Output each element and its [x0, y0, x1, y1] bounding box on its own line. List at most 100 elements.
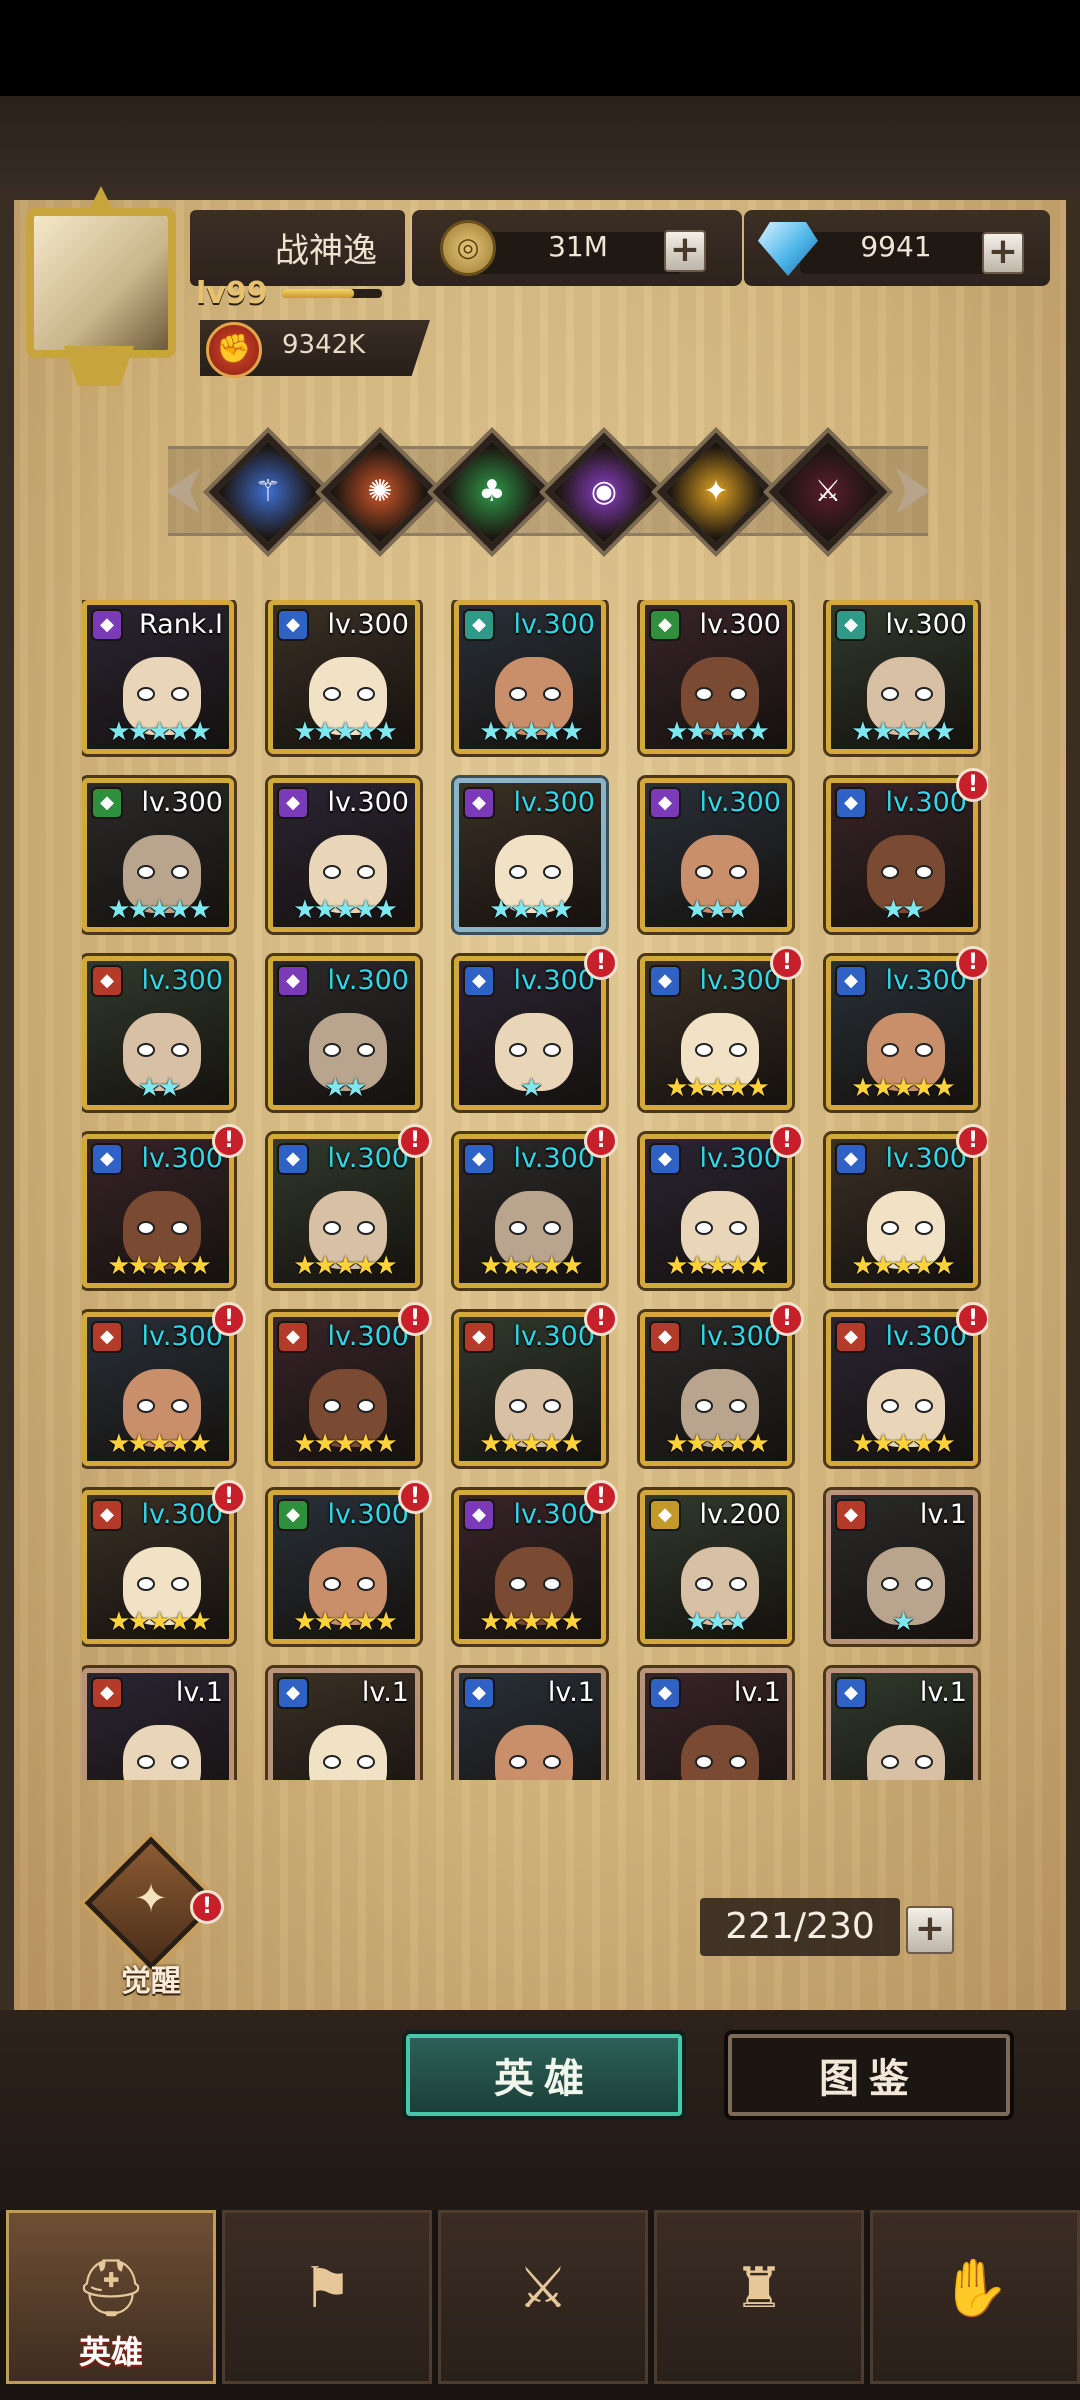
hero-card[interactable]: ◆ lv.1 [640, 1668, 792, 1780]
hero-eye [509, 1577, 527, 1591]
hero-stars: ★★★★★ [665, 1251, 770, 1281]
hero-eye [323, 1221, 341, 1235]
status-bar [0, 0, 1080, 96]
hero-eye [543, 687, 561, 701]
hero-card[interactable]: ◆ lv.300 ★★★★★ [268, 1134, 420, 1288]
hero-card[interactable]: ◆ lv.300 ★★★★★ [268, 600, 420, 754]
nav-heroes[interactable]: ⛑ 英雄 [6, 2210, 216, 2384]
hero-eye [695, 1755, 713, 1769]
hero-eye [695, 1043, 713, 1057]
add-gems-button[interactable]: + [982, 232, 1024, 274]
hero-card[interactable]: ◆ lv.300 ★★★★★ [82, 1312, 234, 1466]
player-name: 战神逸 [275, 231, 377, 271]
hero-stars: ★★★★★ [479, 1251, 584, 1281]
hero-eye [137, 865, 155, 879]
avatar-crest [64, 346, 134, 386]
hero-level: lv.300 [141, 1499, 223, 1530]
experience-bar [282, 289, 382, 298]
player-level: lv99 [196, 276, 268, 311]
hero-card[interactable]: ◆ lv.300 ★★ [268, 956, 420, 1110]
hero-card[interactable]: ◆ lv.300 ★★★★★ [826, 1134, 978, 1288]
hero-card[interactable]: ◆ lv.300 ★★★★★ [82, 1134, 234, 1288]
hero-card[interactable]: ◆ lv.1 [82, 1668, 234, 1780]
hero-class-icon: ◆ [277, 1677, 309, 1709]
nav-castle[interactable]: ♜ [654, 2210, 864, 2384]
flame-icon: ✦ [134, 1876, 168, 1922]
hero-class-icon: ◆ [277, 787, 309, 819]
hero-eye [137, 1577, 155, 1591]
hero-card[interactable]: ◆ lv.300 ★★★★★ [640, 600, 792, 754]
hero-level: lv.300 [699, 1143, 781, 1174]
hero-card[interactable]: ◆ lv.1 [454, 1668, 606, 1780]
nav-guild[interactable]: ✋ [870, 2210, 1080, 2384]
handshake-icon: ✋ [940, 2256, 1010, 2321]
hero-card[interactable]: ◆ lv.1 [826, 1668, 978, 1780]
hero-class-icon: ◆ [463, 609, 495, 641]
hero-level: lv.1 [919, 1677, 967, 1708]
hero-eye [915, 687, 933, 701]
hero-card[interactable]: ◆ lv.300 ★★★★★ [640, 1312, 792, 1466]
hero-card[interactable]: ◆ lv.300 ★★★★★ [268, 1490, 420, 1644]
hero-card[interactable]: ◆ lv.300 ★★★★★ [268, 1312, 420, 1466]
hero-card[interactable]: ◆ lv.300 ★★ [826, 778, 978, 932]
hero-class-icon: ◆ [463, 1499, 495, 1531]
hero-card[interactable]: ◆ lv.1 ★ [826, 1490, 978, 1644]
hero-card[interactable]: ◆ lv.300 ★★ [82, 956, 234, 1110]
nav-battle[interactable]: ⚔ [438, 2210, 648, 2384]
hero-eye [357, 1221, 375, 1235]
hero-card[interactable]: ◆ lv.300 ★★★★ [454, 778, 606, 932]
hero-class-icon: ◆ [463, 1321, 495, 1353]
hero-card[interactable]: ◆ lv.300 ★★★★★ [826, 956, 978, 1110]
hero-card[interactable]: ◆ lv.300 ★★★★★ [640, 1134, 792, 1288]
hero-eye [171, 1043, 189, 1057]
nav-adventure[interactable]: ⚑ [222, 2210, 432, 2384]
hero-level: lv.300 [327, 787, 409, 818]
hero-grid[interactable]: ◆ Rank.I ★★★★★ ◆ lv.300 ★★★★★ ◆ lv.300 ★★★★★ ◆ lv.… [82, 600, 988, 1780]
hero-card[interactable]: ◆ lv.300 ★★★★★ [454, 1134, 606, 1288]
hero-card[interactable]: ◆ lv.300 ★★★★★ [82, 1490, 234, 1644]
expand-capacity-button[interactable]: + [906, 1906, 954, 1954]
hero-card[interactable]: ◆ lv.300 ★ [454, 956, 606, 1110]
hero-stars: ★★★★★ [665, 717, 770, 747]
hero-card[interactable]: ◆ lv.300 ★★★★★ [826, 1312, 978, 1466]
hero-card[interactable]: ◆ lv.300 ★★★★★ [826, 600, 978, 754]
hero-level: lv.300 [699, 965, 781, 996]
hero-card[interactable]: ◆ lv.200 ★★★ [640, 1490, 792, 1644]
hero-stars: ★★★★★ [293, 895, 398, 925]
hero-stars: ★ [519, 1073, 543, 1103]
element-symbol: ✦ [703, 474, 729, 509]
hero-class-icon: ◆ [463, 1143, 495, 1175]
hero-class-icon: ◆ [835, 1499, 867, 1531]
hero-level: lv.200 [699, 1499, 781, 1530]
hero-alert-badge: ! [956, 768, 988, 802]
hero-stars: ★ [891, 1607, 915, 1637]
hero-card[interactable]: ◆ lv.300 ★★★★★ [454, 1312, 606, 1466]
hero-eye [915, 1755, 933, 1769]
hero-card[interactable]: ◆ lv.300 ★★★ [640, 778, 792, 932]
hero-card[interactable]: ◆ lv.300 ★★★★★ [454, 600, 606, 754]
hero-card[interactable]: ◆ Rank.I ★★★★★ [82, 600, 234, 754]
hero-card[interactable]: ◆ lv.300 ★★★★★ [268, 778, 420, 932]
hero-eye [323, 1399, 341, 1413]
awaken-button[interactable]: ✦ ! 觉醒 [84, 1836, 224, 1999]
hero-stars: ★★★ [685, 895, 750, 925]
hero-card[interactable]: ◆ lv.300 ★★★★★ [82, 778, 234, 932]
hero-class-icon: ◆ [91, 1499, 123, 1531]
hero-card[interactable]: ◆ lv.1 [268, 1668, 420, 1780]
hero-alert-badge: ! [398, 1124, 432, 1158]
hero-eye [357, 1755, 375, 1769]
hero-class-icon: ◆ [649, 609, 681, 641]
element-symbol: ⚔ [814, 474, 842, 509]
hero-stars: ★★★★★ [851, 1251, 956, 1281]
hero-level: Rank.I [138, 609, 223, 640]
add-gold-button[interactable]: + [664, 230, 706, 272]
hero-card[interactable]: ◆ lv.300 ★★★★★ [454, 1490, 606, 1644]
tab-heroes[interactable]: 英雄 [406, 2034, 682, 2116]
hero-eye [543, 1399, 561, 1413]
player-avatar[interactable] [4, 186, 200, 386]
hero-card[interactable]: ◆ lv.300 ★★★★★ [640, 956, 792, 1110]
hero-level: lv.300 [141, 1143, 223, 1174]
hero-class-icon: ◆ [277, 1499, 309, 1531]
tab-codex[interactable]: 图鉴 [728, 2034, 1010, 2116]
hero-eye [357, 1577, 375, 1591]
